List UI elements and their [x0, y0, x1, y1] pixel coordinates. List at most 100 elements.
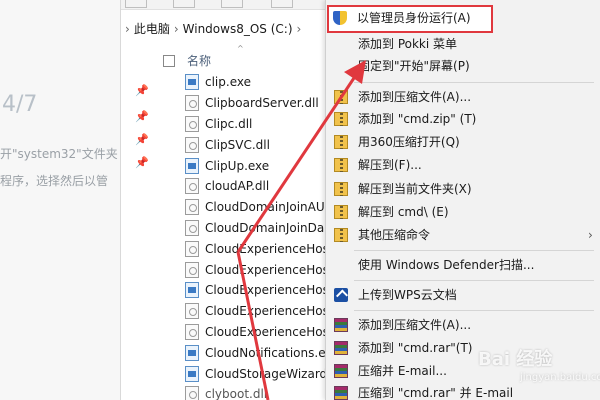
zip-archive-icon	[334, 112, 348, 126]
file-row[interactable]: CloudExperienceHos	[185, 259, 325, 280]
file-list: clip.exe ClipboardServer.dll Clipc.dll C…	[185, 72, 325, 400]
menu-item-defender-scan[interactable]: 使用 Windows Defender扫描...	[326, 253, 600, 277]
uac-shield-icon	[333, 11, 347, 25]
file-row[interactable]: clip.exe	[185, 72, 325, 93]
dll-icon	[185, 178, 199, 195]
menu-item-add-to-cmd-zip[interactable]: 添加到 "cmd.zip" (T)	[326, 107, 600, 131]
quick-access-pin-icon: 📌	[135, 156, 149, 169]
file-name: CloudDomainJoinDa	[205, 220, 325, 235]
menu-item-label: 以管理员身份运行(A)	[357, 11, 471, 25]
menu-item-run-as-admin-highlighted[interactable]: 以管理员身份运行(A)	[325, 6, 493, 30]
menu-item-label: 压缩到 "cmd.rar" 并 E-mail	[358, 386, 514, 400]
dll-icon	[185, 386, 199, 400]
ribbon-button[interactable]	[221, 0, 243, 8]
menu-item-label: 用360压缩打开(Q)	[358, 135, 460, 149]
file-name: CloudDomainJoinAU	[205, 200, 325, 215]
menu-item-add-to-cmd-rar[interactable]: 添加到 "cmd.rar"(T)	[326, 336, 600, 360]
menu-item-label: 其他压缩命令	[358, 228, 431, 242]
rar-icon	[334, 341, 348, 355]
menu-item-other-compress[interactable]: 其他压缩命令 ›	[326, 223, 600, 247]
quick-access-pin-icon: 📌	[135, 133, 149, 146]
rar-icon	[334, 386, 348, 400]
menu-item-winrar-add-archive[interactable]: 添加到压缩文件(A)...	[326, 313, 600, 337]
menu-item-label: 添加到 "cmd.zip" (T)	[358, 112, 477, 126]
file-row[interactable]: ClipUp.exe	[185, 155, 325, 176]
menu-item-label: 添加到压缩文件(A)...	[358, 90, 472, 104]
file-name: Clipc.dll	[205, 116, 253, 131]
file-name: ClipSVC.dll	[205, 137, 270, 152]
address-breadcrumb[interactable]: › 此电脑 › Windows8_OS (C:) ›	[121, 18, 325, 40]
wps-cloud-icon	[334, 288, 348, 302]
menu-item-extract-to-cmd[interactable]: 解压到 cmd\ (E)	[326, 200, 600, 224]
menu-item-open-with-360zip[interactable]: 用360压缩打开(Q)	[326, 130, 600, 154]
menu-item-add-to-pokki[interactable]: 添加到 Pokki 菜单	[326, 32, 600, 56]
column-header-name[interactable]: 名称	[187, 52, 211, 70]
file-name: CloudExperienceHos	[205, 324, 325, 339]
file-row[interactable]: CloudDomainJoinAU	[185, 197, 325, 218]
menu-separator	[354, 82, 594, 83]
select-all-checkbox[interactable]	[163, 55, 175, 67]
ribbon-button[interactable]	[271, 0, 293, 8]
menu-item-label: 添加到 "cmd.rar"(T)	[358, 341, 473, 355]
file-name: CloudExperienceHos	[205, 241, 325, 256]
menu-item-label: 固定到"开始"屏幕(P)	[358, 59, 470, 73]
file-explorer-window: › 此电脑 › Windows8_OS (C:) › ^ 名称 📌 📌 📌 📌 clip…	[120, 0, 325, 400]
file-row[interactable]: CloudExperienceHos	[185, 322, 325, 343]
menu-item-label: 添加到压缩文件(A)...	[358, 318, 472, 332]
dll-icon	[185, 136, 199, 153]
dll-icon	[185, 219, 199, 236]
baidu-watermark-url: jingyan.baidu.com	[520, 372, 600, 383]
ribbon-button[interactable]	[173, 0, 195, 8]
instruction-line-2: 程序，选择然后以管	[0, 174, 109, 188]
instruction-line-1: 开"system32"文件夹	[0, 147, 118, 161]
dll-icon	[185, 199, 199, 216]
breadcrumb-this-pc[interactable]: 此电脑	[134, 22, 170, 36]
menu-item-label: 压缩并 E-mail...	[358, 364, 447, 378]
file-row[interactable]: ClipboardServer.dll	[185, 93, 325, 114]
file-row[interactable]: cloudAP.dll	[185, 176, 325, 197]
file-row[interactable]: CloudExperienceHos	[185, 238, 325, 259]
file-name: CloudExperienceHos	[205, 262, 325, 277]
menu-item-label: 使用 Windows Defender扫描...	[358, 258, 535, 272]
file-row[interactable]: Clipc.dll	[185, 114, 325, 135]
exe-icon	[185, 157, 199, 174]
dll-icon	[185, 303, 199, 320]
file-row[interactable]: CloudExperienceHos	[185, 301, 325, 322]
zip-archive-icon	[334, 158, 348, 172]
ribbon-strip	[121, 0, 325, 10]
menu-separator	[354, 250, 594, 251]
submenu-arrow-icon: ›	[588, 228, 593, 242]
menu-separator	[354, 280, 594, 281]
background-tutorial-page: 4/7 开"system32"文件夹 程序，选择然后以管	[0, 0, 120, 400]
sort-caret-icon: ^	[237, 44, 244, 53]
file-row[interactable]: CloudStorageWizard	[185, 363, 325, 384]
dll-icon	[185, 240, 199, 257]
breadcrumb-separator-icon: ›	[173, 22, 179, 36]
menu-item-extract-here[interactable]: 解压到当前文件夹(X)	[326, 177, 600, 201]
menu-item-label: 解压到(F)...	[358, 158, 422, 172]
quick-access-pin-icon: 📌	[135, 84, 149, 97]
file-row[interactable]: ClipSVC.dll	[185, 134, 325, 155]
step-counter: 4/7	[2, 92, 38, 117]
exe-icon	[185, 74, 199, 91]
menu-item-compress-cmd-rar-email[interactable]: 压缩到 "cmd.rar" 并 E-mail	[326, 381, 600, 400]
dll-icon	[185, 115, 199, 132]
file-row[interactable]: CloudExperienceHos	[185, 280, 325, 301]
file-row[interactable]: clyboot.dll	[185, 384, 325, 400]
file-row[interactable]: CloudNotifications.e	[185, 342, 325, 363]
zip-archive-icon	[334, 228, 348, 242]
zip-archive-icon	[334, 205, 348, 219]
breadcrumb-drive-c[interactable]: Windows8_OS (C:)	[183, 22, 293, 36]
menu-item-pin-to-start[interactable]: 固定到"开始"屏幕(P)	[326, 54, 600, 78]
menu-item-add-to-archive[interactable]: 添加到压缩文件(A)...	[326, 85, 600, 109]
ribbon-button[interactable]	[125, 0, 147, 8]
exe-icon	[185, 282, 199, 299]
file-name: clyboot.dll	[205, 387, 268, 400]
menu-item-label: 解压到当前文件夹(X)	[358, 182, 472, 196]
menu-item-extract-to[interactable]: 解压到(F)...	[326, 153, 600, 177]
menu-item-upload-wps[interactable]: 上传到WPS云文档	[326, 283, 600, 307]
file-row[interactable]: CloudDomainJoinDa	[185, 218, 325, 239]
file-name: clip.exe	[205, 75, 251, 90]
menu-item-label: 添加到 Pokki 菜单	[358, 37, 458, 51]
context-menu: 以管理员身份运行(A) 添加到 Pokki 菜单 固定到"开始"屏幕(P) 添加…	[325, 0, 600, 400]
